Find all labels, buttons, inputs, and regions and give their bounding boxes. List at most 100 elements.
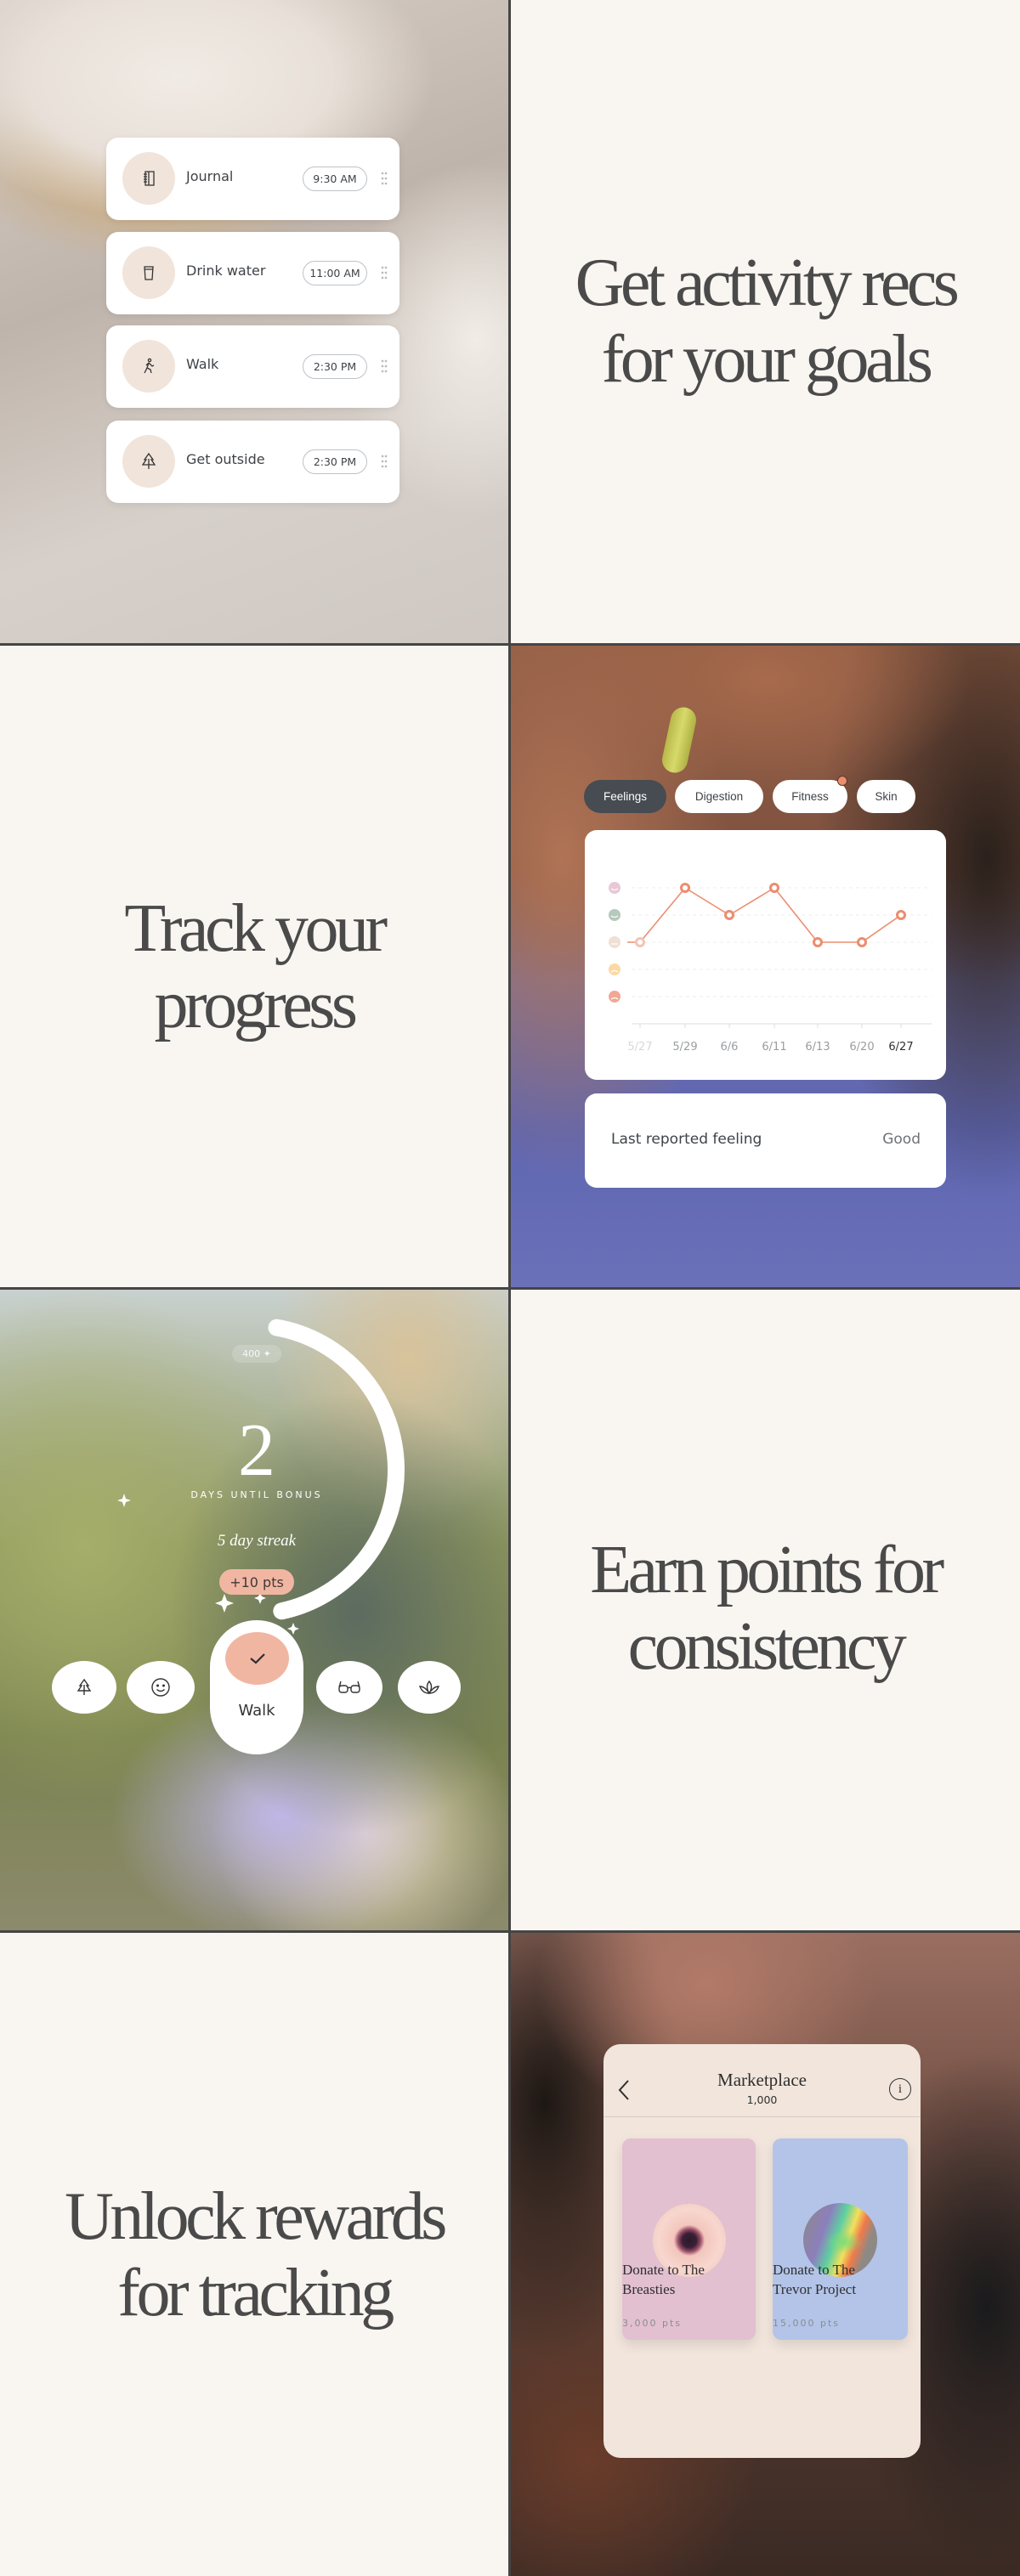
task-label: Walk — [186, 356, 219, 372]
journal-icon — [144, 171, 155, 186]
task-icon-circle — [122, 152, 175, 205]
tree-icon — [76, 1678, 92, 1695]
reward-points: 15,000 pts — [773, 2318, 841, 2329]
marketplace-screen: Marketplace 1,000 i Donate to The Breast… — [604, 2044, 921, 2458]
task-card[interactable]: Drink water 11:00 AM — [106, 232, 400, 314]
task-label: Journal — [186, 168, 234, 184]
headline-panel-points: Earn points for consistency — [511, 1290, 1020, 1930]
notification-badge — [837, 776, 847, 786]
reward-title-line: Donate to The — [773, 2262, 855, 2278]
last-reported-card[interactable]: Last reported feeling Good — [585, 1093, 946, 1188]
task-time-pill[interactable]: 2:30 PM — [303, 354, 367, 379]
task-time-pill[interactable]: 11:00 AM — [303, 261, 367, 285]
drag-handle-icon[interactable] — [381, 265, 388, 280]
lotus-icon — [418, 1680, 440, 1695]
headline: Track your progress — [124, 890, 388, 1043]
task-icon-circle — [122, 246, 175, 299]
x-tick-label: 6/6 — [721, 1041, 739, 1054]
activity-reading-button[interactable] — [316, 1661, 382, 1714]
task-card[interactable]: Walk 2:30 PM — [106, 325, 400, 408]
tab-digestion[interactable]: Digestion — [675, 780, 763, 813]
headline-line: for your goals — [601, 321, 933, 397]
data-point[interactable] — [769, 883, 779, 893]
tree-icon — [141, 452, 156, 469]
days-until-bonus-label: DAYS UNTIL BONUS — [190, 1489, 323, 1500]
task-icon-circle — [122, 435, 175, 488]
activity-mood-button[interactable] — [127, 1661, 195, 1714]
x-tick-label: 6/13 — [805, 1041, 830, 1054]
activity-walk-selected[interactable]: Walk — [210, 1620, 303, 1754]
headline-line: Track your — [124, 890, 388, 966]
activity-get-outside-button[interactable] — [52, 1661, 116, 1714]
reward-title: Donate to The Trevor Project — [773, 2260, 909, 2299]
headline-line: Unlock rewards — [65, 2178, 447, 2254]
task-label: Drink water — [186, 263, 266, 279]
data-point[interactable] — [680, 883, 690, 893]
reward-title-line: Breasties — [622, 2281, 676, 2297]
bonus-points-pill: +10 pts — [219, 1569, 294, 1595]
feeling-level-good-icon — [609, 909, 620, 921]
task-time-pill[interactable]: 9:30 AM — [303, 167, 367, 191]
reward-title: Donate to The Breasties — [622, 2260, 758, 2299]
data-point[interactable] — [896, 910, 906, 920]
page-title: Marketplace — [717, 2070, 807, 2090]
completed-check-button[interactable] — [225, 1632, 289, 1685]
headline-panel-activity: Get activity recs for your goals — [511, 0, 1020, 643]
walk-icon — [144, 358, 155, 374]
reward-image[interactable] — [622, 2138, 756, 2340]
reward-title-line: Donate to The — [622, 2262, 705, 2278]
reward-image[interactable] — [773, 2138, 908, 2340]
data-point[interactable] — [857, 937, 867, 947]
headline-line: Earn points for — [590, 1533, 944, 1607]
task-icon-circle — [122, 340, 175, 393]
x-tick-label: 6/11 — [762, 1041, 786, 1054]
task-time-pill[interactable]: 2:30 PM — [303, 449, 367, 474]
drag-handle-icon[interactable] — [381, 359, 388, 374]
data-point[interactable] — [635, 937, 645, 947]
headline-line: consistency — [627, 1609, 907, 1684]
data-point[interactable] — [813, 937, 823, 947]
headline-line: Get activity recs — [575, 245, 960, 320]
headline-panel-progress: Track your progress — [0, 646, 508, 1287]
headline: Get activity recs for your goals — [575, 245, 960, 398]
feeling-level-very-bad-icon — [609, 991, 620, 1003]
headline: Earn points for consistency — [590, 1532, 944, 1685]
capsule-pill — [660, 704, 699, 776]
smile-icon — [151, 1678, 170, 1697]
sparkles — [117, 1494, 299, 1639]
drag-handle-icon[interactable] — [381, 454, 388, 469]
activity-meditate-button[interactable] — [398, 1661, 461, 1714]
days-until-bonus-number: 2 — [238, 1409, 275, 1492]
x-tick-label: 6/27 — [888, 1041, 913, 1054]
feeling-level-great-icon — [609, 882, 620, 894]
x-tick-label: 5/29 — [672, 1041, 697, 1054]
activity-label: Walk — [238, 1702, 275, 1720]
task-card[interactable]: Get outside 2:30 PM — [106, 421, 400, 503]
tab-fitness[interactable]: Fitness — [773, 780, 847, 813]
feeling-level-bad-icon — [609, 963, 620, 975]
headline-panel-rewards: Unlock rewards for tracking — [0, 1933, 508, 2576]
x-tick-label: 6/20 — [849, 1041, 874, 1054]
points-balance: 1,000 — [746, 2093, 778, 2106]
tab-feelings[interactable]: Feelings — [584, 780, 666, 813]
data-point[interactable] — [724, 910, 734, 920]
info-button[interactable]: i — [889, 2078, 911, 2100]
headline-line: for tracking — [117, 2255, 394, 2330]
headline: Unlock rewards for tracking — [65, 2178, 447, 2331]
activity-recs-photo-panel — [0, 0, 508, 643]
bonus-progress-ring — [117, 1319, 405, 1639]
task-label: Get outside — [186, 451, 265, 467]
streak-text: 5 day streak — [217, 1532, 297, 1550]
last-reported-label: Last reported feeling — [611, 1131, 762, 1148]
feelings-chart-card: 5/27 5/29 6/6 6/11 6/13 6/20 6/27 — [585, 830, 946, 1080]
points-total-pill: 400 ✦ — [232, 1345, 281, 1363]
tab-skin[interactable]: Skin — [857, 780, 915, 813]
header-divider — [604, 2116, 921, 2117]
glasses-icon — [338, 1681, 360, 1693]
task-card[interactable]: Journal 9:30 AM — [106, 138, 400, 220]
cup-icon — [144, 266, 154, 280]
drag-handle-icon[interactable] — [381, 171, 388, 186]
feeling-level-neutral-icon — [609, 936, 620, 948]
last-reported-value: Good — [882, 1131, 921, 1148]
feelings-chart: 5/27 5/29 6/6 6/11 6/13 6/20 6/27 — [609, 882, 932, 1054]
